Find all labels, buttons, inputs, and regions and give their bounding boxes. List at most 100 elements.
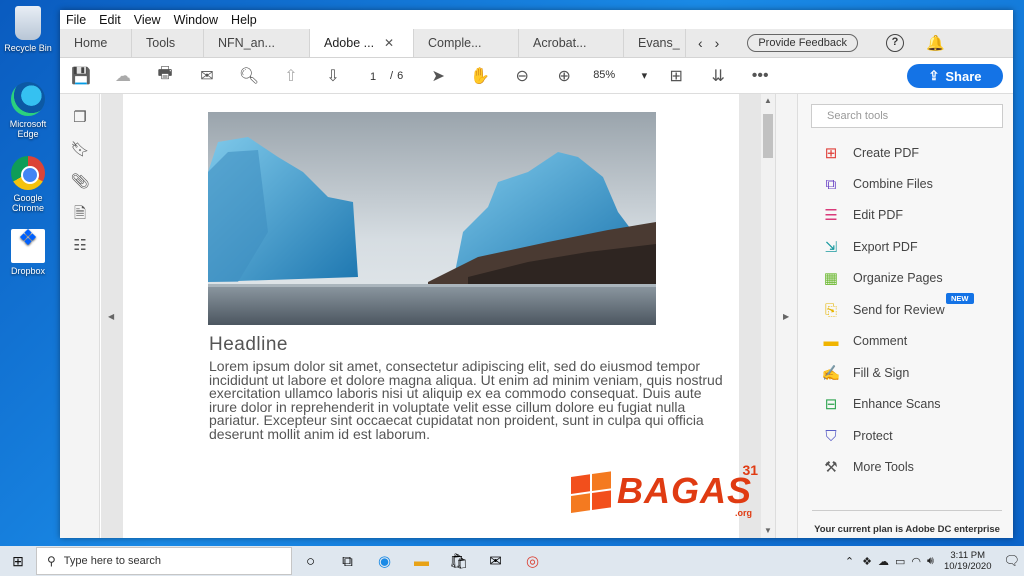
task-view-icon[interactable]: ⧉ (329, 553, 366, 570)
zoom-select[interactable]: 85% ▾ (585, 69, 655, 82)
system-tray: ⌃ ❖ ☁ ▭ ◠ 🔊︎ 3:11 PM 10/19/2020 🗨︎ (845, 546, 1020, 576)
enhance-scans-icon: ⊟ (824, 395, 838, 413)
edge-shortcut[interactable]: Microsoft Edge (3, 82, 53, 139)
protect-icon: ⛉ (825, 427, 837, 445)
menu-file[interactable]: File (66, 13, 86, 27)
share-button[interactable]: ⇪ Share (907, 64, 1003, 88)
bookmarks-icon[interactable]: 🔖︎ (60, 134, 100, 166)
cloud-tray-icon[interactable]: ☁ (878, 555, 889, 568)
more-options-icon[interactable]: ••• (739, 67, 781, 85)
tool-more-tools[interactable]: ⚒ More Tools (820, 456, 914, 478)
tab-document-comple[interactable]: Comple... (414, 29, 519, 57)
notifications-bell-icon[interactable]: 🔔 (926, 34, 945, 52)
layers-icon[interactable]: ☷ (60, 230, 100, 262)
previous-page-icon[interactable]: ⇧ (270, 66, 312, 86)
current-page-input[interactable]: 1 (360, 65, 386, 87)
zoom-out-icon[interactable]: ⊖ (501, 66, 543, 86)
plan-info: Your current plan is Adobe DC enterprise (812, 510, 1002, 535)
help-icon[interactable]: ? (886, 34, 905, 52)
scroll-up-icon[interactable]: ▲ (761, 94, 775, 108)
tool-send-for-review[interactable]: ⎘ Send for Review (820, 299, 945, 321)
attachments-icon[interactable]: 📎︎ (60, 166, 100, 198)
document-properties-icon[interactable]: 🗎 (60, 198, 100, 230)
volume-icon[interactable]: 🔊︎ (927, 555, 934, 568)
tool-enhance-scans[interactable]: ⊟ Enhance Scans (820, 393, 941, 415)
tool-protect[interactable]: ⛉ Protect (820, 425, 893, 447)
right-pane-toggle[interactable]: ▶ (775, 94, 797, 538)
tool-label: Protect (853, 429, 893, 443)
tab-home[interactable]: Home (60, 29, 132, 57)
chrome-shortcut[interactable]: Google Chrome (3, 156, 53, 213)
vertical-scrollbar[interactable]: ▲ ▼ (761, 94, 775, 538)
windows-start-icon[interactable]: ⊞ (0, 553, 36, 570)
email-icon[interactable]: ✉ (186, 66, 228, 86)
scroll-down-icon[interactable]: ▼ (761, 524, 775, 538)
tool-label: Export PDF (853, 240, 918, 254)
next-page-icon[interactable]: ⇩ (312, 66, 354, 86)
taskbar-search-input[interactable]: ⚲ Type here to search (36, 547, 292, 575)
tool-edit-pdf[interactable]: ☰ Edit PDF (820, 204, 903, 226)
dropbox-shortcut[interactable]: Dropbox (3, 229, 53, 276)
tab-scroll-left-icon[interactable]: ‹ (698, 35, 703, 51)
page-thumbnails-icon[interactable]: ❐ (60, 102, 100, 134)
collapse-left-pane-icon[interactable]: ◀ (108, 312, 114, 321)
tool-label: Comment (853, 334, 908, 348)
tab-document-acrobat[interactable]: Acrobat... (519, 29, 624, 57)
tool-export-pdf[interactable]: ⇲ Export PDF (820, 236, 918, 258)
document-body-text: Lorem ipsum dolor sit amet, consectetur … (209, 358, 723, 442)
send-review-icon: ⎘ (824, 301, 837, 319)
show-hidden-icons-icon[interactable]: ⌃ (845, 555, 854, 568)
desktop-icon-label: Microsoft Edge (9, 119, 47, 139)
upload-cloud-icon[interactable]: ☁ (102, 66, 144, 86)
tab-bar: Home Tools NFN_an... Adobe ... ✕ Comple.… (60, 29, 1013, 58)
scroll-mode-icon[interactable]: ⇊ (697, 66, 739, 86)
collapse-right-pane-icon[interactable]: ▶ (783, 312, 789, 321)
network-icon[interactable]: ▭ (895, 555, 905, 568)
tab-document-adobe[interactable]: Adobe ... ✕ (310, 29, 414, 57)
page-display-icon[interactable]: ⊞ (655, 66, 697, 86)
edge-taskbar-icon[interactable]: ◉ (366, 552, 403, 570)
hand-tool-icon[interactable]: ✋ (459, 66, 501, 86)
tool-create-pdf[interactable]: ⊞ Create PDF (820, 142, 919, 164)
cortana-icon[interactable]: ○ (292, 553, 329, 570)
wifi-icon[interactable]: ◠ (911, 555, 921, 568)
save-icon[interactable]: 💾 (60, 66, 102, 86)
tool-organize-pages[interactable]: ▦ Organize Pages (820, 267, 943, 289)
pdf-page: Headline Lorem ipsum dolor sit amet, con… (123, 94, 758, 538)
tool-combine-files[interactable]: ⧉ Combine Files (820, 173, 933, 195)
menu-window[interactable]: Window (174, 13, 218, 27)
select-cursor-icon[interactable]: ➤ (417, 66, 459, 86)
find-icon[interactable]: 🔍︎ (228, 66, 270, 86)
taskbar-clock[interactable]: 3:11 PM 10/19/2020 (944, 550, 992, 572)
file-explorer-icon[interactable]: ▬ (403, 553, 440, 570)
tab-document-nfn[interactable]: NFN_an... (204, 29, 310, 57)
dropbox-tray-icon[interactable]: ❖ (862, 555, 872, 568)
zoom-value: 85% (593, 69, 616, 81)
menu-edit[interactable]: Edit (99, 13, 121, 27)
recycle-bin-shortcut[interactable]: Recycle Bin (3, 6, 53, 53)
main-toolbar: 💾 ☁ 🖶 ✉ 🔍︎ ⇧ ⇩ 1 / 6 ➤ ✋ ⊖ ⊕ 85% ▾ ⊞ ⇊ •… (60, 58, 1013, 94)
mail-icon[interactable]: ✉ (477, 552, 514, 570)
search-tools-input[interactable]: Search tools (811, 104, 1003, 128)
scrollbar-thumb[interactable] (763, 114, 773, 158)
chrome-taskbar-icon[interactable]: ◎ (514, 552, 551, 570)
tab-tools[interactable]: Tools (132, 29, 204, 57)
zoom-in-icon[interactable]: ⊕ (543, 66, 585, 86)
tab-scroll-right-icon[interactable]: › (715, 35, 720, 51)
export-pdf-icon: ⇲ (824, 238, 838, 256)
fill-sign-icon: ✍ (821, 364, 841, 382)
tool-comment[interactable]: ▬ Comment (820, 330, 908, 352)
edge-icon (11, 82, 45, 116)
tool-fill-sign[interactable]: ✍ Fill & Sign (820, 362, 910, 384)
provide-feedback-button[interactable]: Provide Feedback (747, 34, 859, 52)
store-icon[interactable]: 🛍︎ (440, 552, 477, 570)
menu-help[interactable]: Help (231, 13, 257, 27)
notifications-icon[interactable]: 🗨︎ (1003, 553, 1020, 569)
tab-document-evans[interactable]: Evans_ (624, 29, 686, 57)
page-separator: / (390, 69, 394, 82)
watermark-number: 31 (742, 462, 759, 478)
menu-view[interactable]: View (134, 13, 161, 27)
close-tab-icon[interactable]: ✕ (384, 36, 394, 50)
document-viewport[interactable]: ◀ Headline Lorem ipsum dolor sit amet, c… (101, 94, 761, 538)
print-icon[interactable]: 🖶 (144, 62, 186, 89)
